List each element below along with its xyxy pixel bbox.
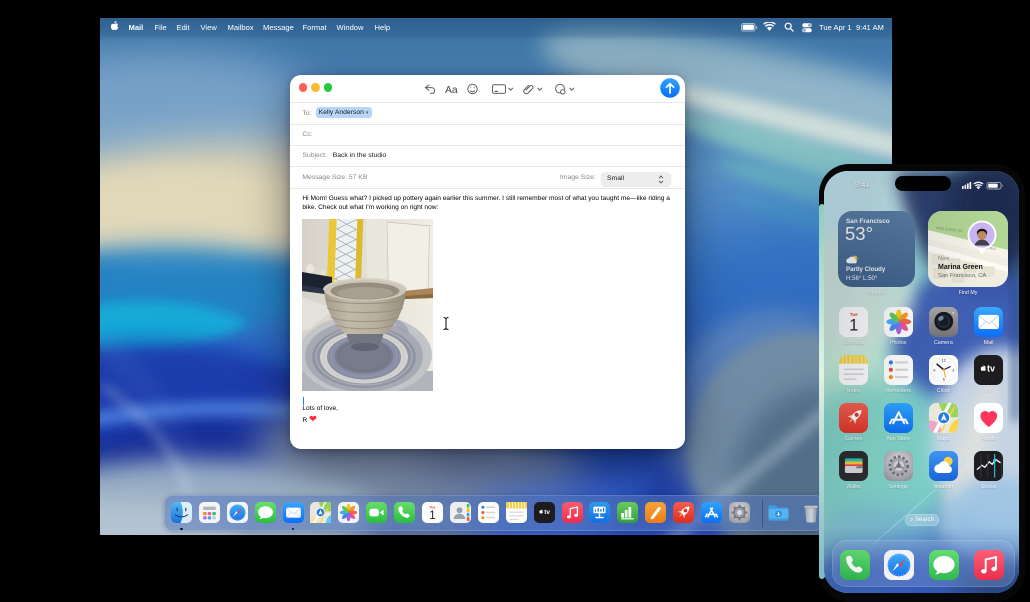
svg-text:Aa: Aa [445, 85, 458, 95]
svg-text:1: 1 [429, 510, 435, 522]
svg-text:Tue: Tue [430, 505, 436, 509]
svg-text:1: 1 [849, 317, 858, 335]
svg-text:tv: tv [544, 509, 550, 516]
svg-text:tv: tv [987, 364, 995, 374]
svg-text:9: 9 [933, 368, 935, 373]
svg-text:12: 12 [941, 358, 945, 363]
